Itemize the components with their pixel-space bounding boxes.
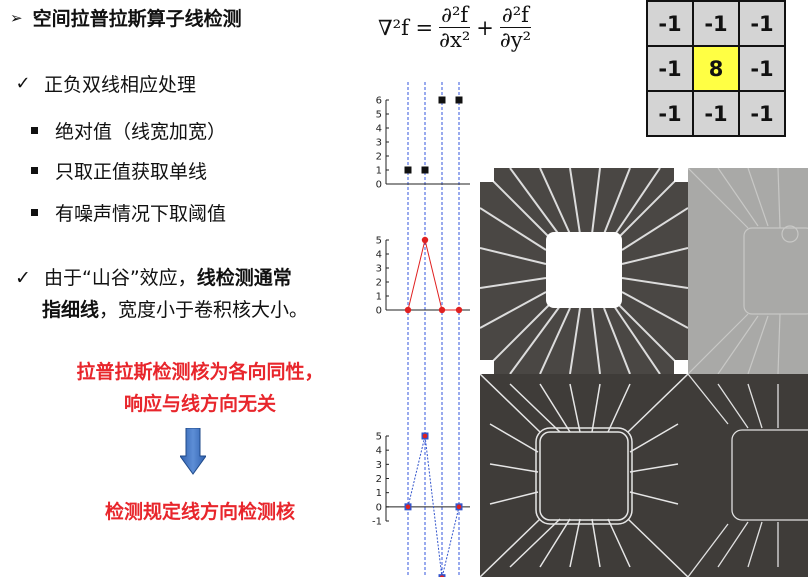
y-tick-label: 2 <box>376 152 382 163</box>
formula-lhs: ∇²f = <box>378 15 434 40</box>
bullet-text: 有噪声情况下取阈值 <box>55 203 227 225</box>
y-tick-label: 0 <box>376 502 382 513</box>
data-point <box>438 306 446 314</box>
data-point <box>455 96 463 104</box>
data-point <box>404 306 412 314</box>
kernel-cell: -1 <box>692 0 740 47</box>
direction-independent-note: 响应与线方向无关 <box>123 393 276 415</box>
section-title-text: 空间拉普拉斯算子线检测 <box>32 8 242 30</box>
y-tick-label: 2 <box>376 278 382 289</box>
fraction-x: ∂²f ∂x² <box>439 3 471 52</box>
y-tick-label: 1 <box>376 488 382 499</box>
valley-bold-a: 线检测通常 <box>196 267 292 289</box>
data-point <box>455 306 463 314</box>
y-tick-label: 0 <box>376 306 382 317</box>
fraction-y-denominator: ∂y² <box>499 27 532 52</box>
y-tick-label: 5 <box>376 432 382 443</box>
valley-bold-b: 指细线 <box>42 299 100 321</box>
y-tick-label: 5 <box>376 110 382 121</box>
check-icon: ✓ <box>15 73 31 94</box>
isotropic-note: 拉普拉斯检测核为各向同性， <box>76 361 324 383</box>
bullet-absolute-value: 绝对值（线宽加宽） <box>26 117 226 144</box>
kernel-center-cell: 8 <box>692 45 740 92</box>
valley-effect-paragraph: ✓ 由于“山谷”效应，线检测通常 指细线，宽度小于卷积核大小。 <box>14 262 364 326</box>
valley-text-b: ，宽度小于卷积核大小。 <box>99 299 309 321</box>
kernel-cell: -1 <box>646 45 694 92</box>
square-bullet-icon <box>31 209 38 216</box>
laplacian-formula: ∇²f = ∂²f ∂x² + ∂²f ∂y² <box>378 3 532 52</box>
down-arrow-icon <box>180 428 206 475</box>
section-title: ➢ 空间拉普拉斯算子线检测 <box>10 4 242 31</box>
bullet-text: 正负双线相应处理 <box>44 74 197 96</box>
formula-plus: + <box>476 15 494 40</box>
y-tick-label: 1 <box>376 292 382 303</box>
y-tick-label: -1 <box>372 517 382 528</box>
kernel-cell: -1 <box>738 0 786 47</box>
bullet-paired-lines: ✓ 正负双线相应处理 <box>14 70 196 97</box>
data-point <box>421 166 429 174</box>
chip-image-laplacian <box>688 168 808 374</box>
y-tick-label: 3 <box>376 264 382 275</box>
bullet-positive-only: 只取正值获取单线 <box>26 157 207 184</box>
kernel-cell: -1 <box>646 0 694 47</box>
data-point-core <box>405 504 411 510</box>
square-bullet-icon <box>31 167 38 174</box>
series-line <box>407 239 459 311</box>
y-tick-label: 3 <box>376 138 382 149</box>
kernel-cell: -1 <box>692 90 740 137</box>
fraction-x-numerator: ∂²f <box>441 3 469 27</box>
kernel-cell: -1 <box>738 45 786 92</box>
y-tick-label: 3 <box>376 460 382 471</box>
data-point-core <box>456 504 462 510</box>
data-point-core <box>422 433 428 439</box>
valley-text-a: 由于“山谷”效应， <box>44 267 197 289</box>
fraction-y-numerator: ∂²f <box>501 3 529 27</box>
y-tick-label: 6 <box>376 96 382 107</box>
bullet-threshold: 有噪声情况下取阈值 <box>26 199 226 226</box>
y-tick-label: 4 <box>376 250 382 261</box>
data-point <box>404 166 412 174</box>
fraction-y: ∂²f ∂y² <box>499 3 532 52</box>
y-tick-label: 2 <box>376 474 382 485</box>
chip-image-positive-response <box>688 374 808 577</box>
chip-image-abs-response <box>480 374 688 577</box>
square-bullet-icon <box>31 127 38 134</box>
y-tick-label: 4 <box>376 446 382 457</box>
kernel-cell: -1 <box>738 90 786 137</box>
y-tick-label: 5 <box>376 236 382 247</box>
y-tick-label: 0 <box>376 180 382 191</box>
check-icon: ✓ <box>15 267 31 289</box>
chip-image-original <box>480 168 688 374</box>
direction-kernel-note: 检测规定线方向检测核 <box>104 501 295 523</box>
y-tick-label: 1 <box>376 166 382 177</box>
response-plots: 6 5 4 3 2 1 0 5 4 3 2 1 0 5 4 3 2 1 0 -1 <box>372 82 470 577</box>
data-point <box>421 236 429 244</box>
bullet-text: 只取正值获取单线 <box>55 161 208 183</box>
arrow-bullet-icon: ➢ <box>10 8 23 27</box>
laplacian-kernel: -1 -1 -1 -1 8 -1 -1 -1 -1 <box>646 0 786 137</box>
fraction-x-denominator: ∂x² <box>439 27 471 52</box>
bullet-text: 绝对值（线宽加宽） <box>55 121 227 143</box>
data-point <box>438 96 446 104</box>
kernel-cell: -1 <box>646 90 694 137</box>
y-tick-label: 4 <box>376 124 382 135</box>
